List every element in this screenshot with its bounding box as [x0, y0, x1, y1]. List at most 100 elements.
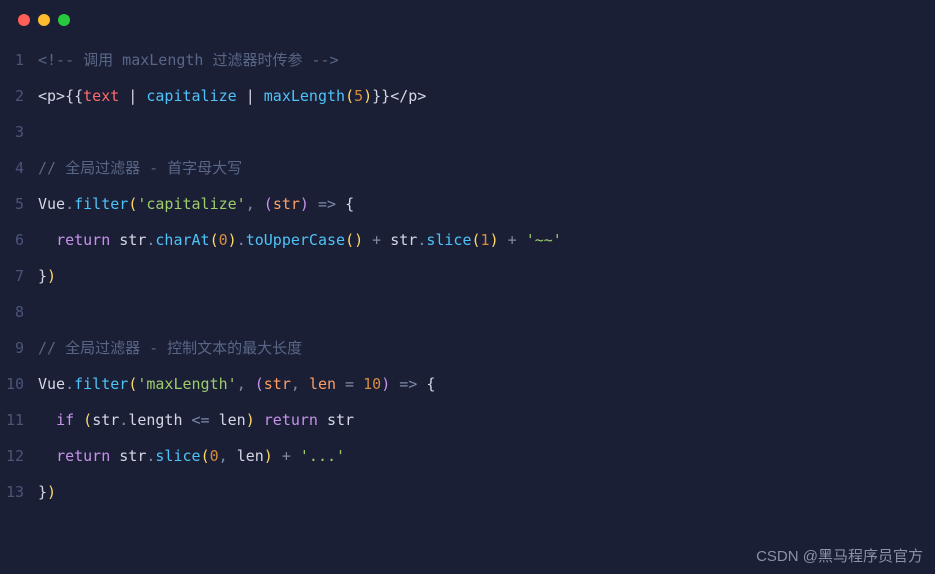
code-line: 11 if (str.length <= len) return str	[0, 402, 935, 438]
token: return	[56, 231, 110, 249]
line-number: 2	[0, 78, 38, 114]
token: capitalize	[146, 87, 236, 105]
token: +	[273, 447, 300, 465]
token: len	[237, 447, 264, 465]
token: 5	[354, 87, 363, 105]
token: 0	[210, 447, 219, 465]
line-number: 9	[0, 330, 38, 366]
token: str	[264, 375, 291, 393]
close-icon[interactable]	[18, 14, 30, 26]
token: (	[128, 375, 137, 393]
token: Vue	[38, 375, 65, 393]
token: =>	[309, 195, 345, 213]
token: .	[65, 195, 74, 213]
code-line: 3	[0, 114, 935, 150]
code-line: 5Vue.filter('capitalize', (str) => {	[0, 186, 935, 222]
token: }	[38, 267, 47, 285]
token: {{	[65, 87, 83, 105]
token: =	[336, 375, 363, 393]
token: )	[228, 231, 237, 249]
token: )	[490, 231, 499, 249]
token: +	[363, 231, 390, 249]
token: }	[38, 483, 47, 501]
token: )	[381, 375, 390, 393]
token: Vue	[38, 195, 65, 213]
code-content: // 全局过滤器 - 控制文本的最大长度	[38, 330, 302, 366]
line-number: 7	[0, 258, 38, 294]
token: (	[201, 447, 210, 465]
token: ,	[246, 195, 264, 213]
token: .	[417, 231, 426, 249]
token: length	[128, 411, 182, 429]
line-number: 13	[0, 474, 38, 510]
line-number: 10	[0, 366, 38, 402]
token: ,	[291, 375, 309, 393]
token: str	[119, 231, 146, 249]
token: )	[47, 267, 56, 285]
code-line: 2<p>{{text | capitalize | maxLength(5)}}…	[0, 78, 935, 114]
code-content: Vue.filter('maxLength', (str, len = 10) …	[38, 366, 435, 402]
code-line: 10Vue.filter('maxLength', (str, len = 10…	[0, 366, 935, 402]
code-content: Vue.filter('capitalize', (str) => {	[38, 186, 354, 222]
minimize-icon[interactable]	[38, 14, 50, 26]
line-number: 4	[0, 150, 38, 186]
token: slice	[155, 447, 200, 465]
code-line: 8	[0, 294, 935, 330]
code-content: })	[38, 474, 56, 510]
token: 10	[363, 375, 381, 393]
token	[318, 411, 327, 429]
line-number: 8	[0, 294, 38, 330]
window-controls	[0, 0, 935, 36]
token: if	[56, 411, 74, 429]
token: return	[264, 411, 318, 429]
token: )	[47, 483, 56, 501]
token: {	[426, 375, 435, 393]
code-line: 4// 全局过滤器 - 首字母大写	[0, 150, 935, 186]
token: (	[472, 231, 481, 249]
token: // 全局过滤器 - 首字母大写	[38, 159, 242, 177]
token: str	[390, 231, 417, 249]
line-number: 12	[0, 438, 38, 474]
token: <=	[183, 411, 219, 429]
code-line: 7})	[0, 258, 935, 294]
token: |	[119, 87, 146, 105]
token: (	[210, 231, 219, 249]
watermark: CSDN @黑马程序员官方	[756, 545, 923, 566]
token: +	[499, 231, 526, 249]
token: .	[65, 375, 74, 393]
token: |	[237, 87, 264, 105]
code-content: return str.charAt(0).toUpperCase() + str…	[38, 222, 562, 258]
code-content: // 全局过滤器 - 首字母大写	[38, 150, 242, 186]
line-number: 5	[0, 186, 38, 222]
token	[110, 231, 119, 249]
line-number: 1	[0, 42, 38, 78]
token: <p>	[38, 87, 65, 105]
code-content: <p>{{text | capitalize | maxLength(5)}}<…	[38, 78, 426, 114]
token: filter	[74, 375, 128, 393]
code-content: if (str.length <= len) return str	[38, 402, 354, 438]
token: =>	[390, 375, 426, 393]
token: (	[83, 411, 92, 429]
token	[110, 447, 119, 465]
token: (	[264, 195, 273, 213]
line-number: 6	[0, 222, 38, 258]
code-line: 13})	[0, 474, 935, 510]
token	[74, 411, 83, 429]
token	[38, 231, 56, 249]
token: {	[345, 195, 354, 213]
token: <!-- 调用 maxLength 过滤器时传参 -->	[38, 51, 339, 69]
token: )	[246, 411, 255, 429]
token: }}	[372, 87, 390, 105]
token: '...'	[300, 447, 345, 465]
token: )	[300, 195, 309, 213]
token: (	[255, 375, 264, 393]
token: // 全局过滤器 - 控制文本的最大长度	[38, 339, 302, 357]
token: 1	[481, 231, 490, 249]
token: toUpperCase	[246, 231, 345, 249]
maximize-icon[interactable]	[58, 14, 70, 26]
token: ,	[237, 375, 255, 393]
token	[255, 411, 264, 429]
token: text	[83, 87, 119, 105]
token: )	[264, 447, 273, 465]
token: )	[363, 87, 372, 105]
